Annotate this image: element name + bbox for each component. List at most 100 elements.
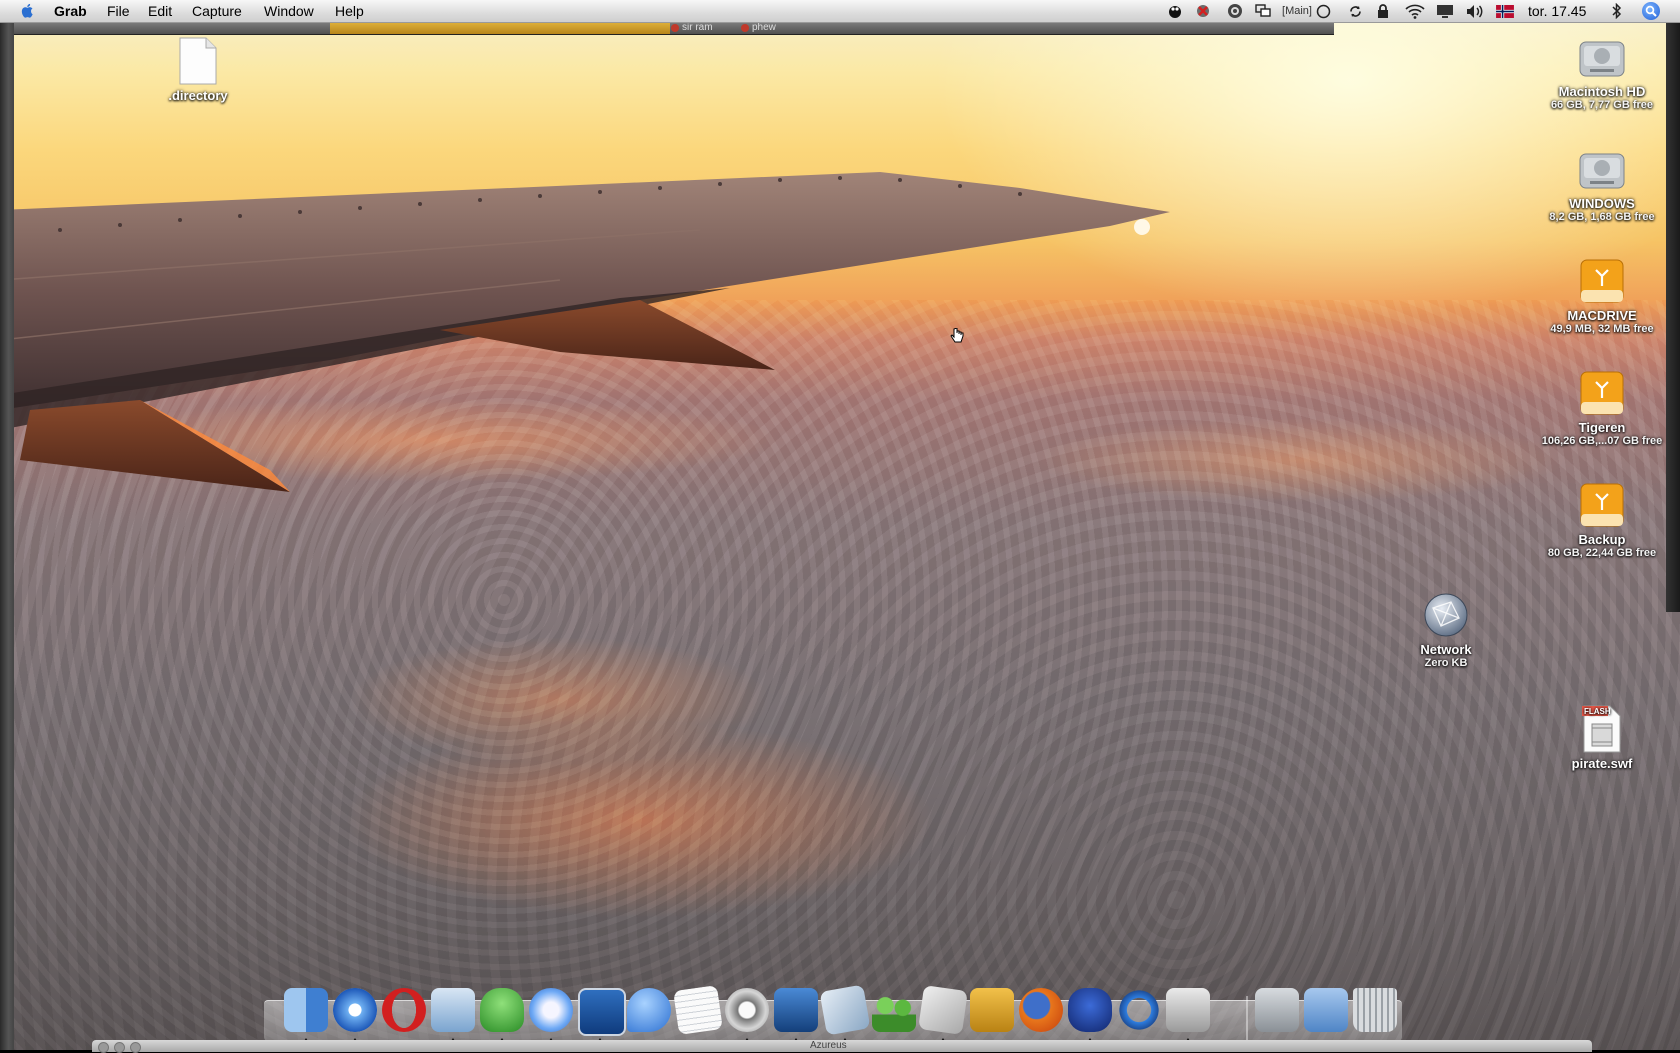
sync-status-icon[interactable] [1314, 3, 1332, 19]
desktop-file-pirate-swf[interactable]: FLASH pirate.swf [1532, 702, 1672, 771]
opera-icon [382, 988, 426, 1032]
dock-grab[interactable] [1164, 988, 1212, 1044]
dock-hard-drive[interactable] [1253, 988, 1301, 1038]
volume-name: Macintosh HD [1558, 84, 1646, 99]
adium-status-icon[interactable] [1166, 3, 1184, 19]
volume-tigeren[interactable]: Tigeren 106,26 GB,...07 GB free [1532, 368, 1672, 447]
dock-safari[interactable] [331, 988, 379, 1044]
dock-ichat[interactable] [625, 988, 673, 1038]
menu-window[interactable]: Window [264, 3, 314, 19]
background-window-strip: sir ram phew [14, 22, 1334, 35]
volume-windows[interactable]: WINDOWS 8,2 GB, 1,68 GB free [1532, 144, 1672, 223]
dock-people[interactable] [870, 988, 918, 1038]
dock-finder[interactable] [282, 988, 330, 1044]
airplane-wing-image [0, 172, 1170, 492]
volume-macintosh-hd[interactable]: Macintosh HD 66 GB, 7,77 GB free [1532, 32, 1672, 111]
flash-file-label: pirate.swf [1571, 756, 1633, 771]
script-editor-icon [918, 985, 968, 1035]
background-window-toolbar [330, 22, 670, 34]
system-preferences-icon [725, 988, 769, 1032]
dock-trash[interactable] [1351, 988, 1399, 1038]
desktop-file-directory[interactable]: .directory [128, 36, 268, 103]
menu-clock[interactable]: tor. 17.45 [1528, 3, 1586, 19]
menu-app-name[interactable]: Grab [54, 3, 87, 19]
dock-adium[interactable] [478, 988, 526, 1044]
tab-status-dot [741, 24, 749, 32]
blank-document-icon [179, 37, 217, 85]
volume-info: 49,9 MB, 32 MB free [1550, 323, 1654, 335]
wifi-icon[interactable] [1404, 3, 1426, 19]
firewire-drive-icon [1580, 259, 1624, 303]
network-label: Network [1420, 642, 1472, 657]
dock-utilities[interactable] [968, 988, 1016, 1038]
dock-frog[interactable] [1066, 988, 1114, 1044]
itunes-icon [529, 988, 573, 1032]
dock-textedit[interactable] [673, 985, 723, 1038]
apple-menu-icon[interactable] [20, 2, 36, 19]
background-window-azureus[interactable]: Azureus [92, 1040, 1592, 1053]
dock-preview[interactable] [819, 984, 871, 1044]
dock-opera[interactable] [380, 988, 428, 1038]
menu-help[interactable]: Help [335, 3, 364, 19]
dock-dashboard[interactable] [576, 988, 626, 1044]
network-info: Zero KB [1424, 657, 1468, 669]
volume-info: 66 GB, 7,77 GB free [1550, 99, 1654, 111]
dock-system-preferences[interactable] [723, 988, 771, 1044]
desktop-network[interactable]: Network Zero KB [1376, 590, 1516, 669]
finder-icon [284, 988, 328, 1032]
zoom-button[interactable] [130, 1042, 141, 1053]
dock-mail[interactable] [429, 988, 477, 1044]
dock-quicktime[interactable] [1115, 988, 1163, 1038]
close-button[interactable] [98, 1042, 109, 1053]
quicktime-icon [1117, 988, 1161, 1032]
time-machine-icon[interactable] [1346, 3, 1364, 19]
lock-icon[interactable] [1374, 3, 1392, 19]
minimize-button[interactable] [114, 1042, 125, 1053]
background-tab-2[interactable]: phew [738, 22, 776, 34]
gear-x-status-icon[interactable] [1194, 3, 1212, 19]
spotlight-search-icon[interactable] [1642, 2, 1660, 20]
hand-cursor-icon [950, 328, 964, 343]
hard-drive-icon [1579, 153, 1625, 189]
dock-itunes[interactable] [527, 988, 575, 1044]
skype-status-icon[interactable] [1226, 3, 1244, 19]
norwegian-flag-input-icon[interactable] [1494, 3, 1516, 19]
hard-drive-icon [1255, 988, 1299, 1032]
dock-applications-folder[interactable] [1302, 988, 1350, 1038]
safari-icon [333, 988, 377, 1032]
background-window-edge-left [0, 22, 14, 1050]
bluetooth-icon[interactable] [1608, 3, 1626, 19]
volume-info: 106,26 GB,...07 GB free [1541, 435, 1663, 447]
volume-backup[interactable]: Backup 80 GB, 22,44 GB free [1532, 480, 1672, 559]
menu-edit[interactable]: Edit [148, 3, 172, 19]
volume-info: 80 GB, 22,44 GB free [1547, 547, 1657, 559]
dock-firefox[interactable] [1017, 988, 1065, 1038]
dashboard-icon [578, 988, 626, 1036]
dock-script-editor[interactable] [918, 985, 968, 1044]
hard-drive-icon [1579, 41, 1625, 77]
utilities-icon [970, 988, 1014, 1032]
textedit-icon [673, 985, 723, 1035]
spaces-icon[interactable] [1254, 3, 1272, 19]
menu-capture[interactable]: Capture [192, 3, 242, 19]
flash-file-icon: FLASH [1582, 705, 1621, 753]
tab-status-dot [671, 24, 679, 32]
volume-info: 8,2 GB, 1,68 GB free [1549, 211, 1655, 223]
volume-name: MACDRIVE [1567, 308, 1637, 323]
ichat-icon [627, 988, 671, 1032]
tab-label: phew [752, 22, 776, 33]
flash-badge-text: FLASH [1584, 707, 1611, 716]
adium-icon [480, 988, 524, 1032]
background-tab-1[interactable]: sir ram [668, 22, 713, 34]
menu-file[interactable]: File [107, 3, 130, 19]
firefox-icon [1019, 988, 1063, 1032]
network-globe-icon [1424, 593, 1468, 637]
trash-icon [1353, 988, 1397, 1032]
photo-booth-icon [774, 988, 818, 1032]
dock-photo-booth[interactable] [772, 988, 820, 1044]
display-mirroring-icon[interactable] [1434, 3, 1456, 19]
frog-icon [1068, 988, 1112, 1032]
volume-icon[interactable] [1464, 3, 1486, 19]
volume-macdrive[interactable]: MACDRIVE 49,9 MB, 32 MB free [1532, 256, 1672, 335]
volume-name: Tigeren [1578, 420, 1626, 435]
